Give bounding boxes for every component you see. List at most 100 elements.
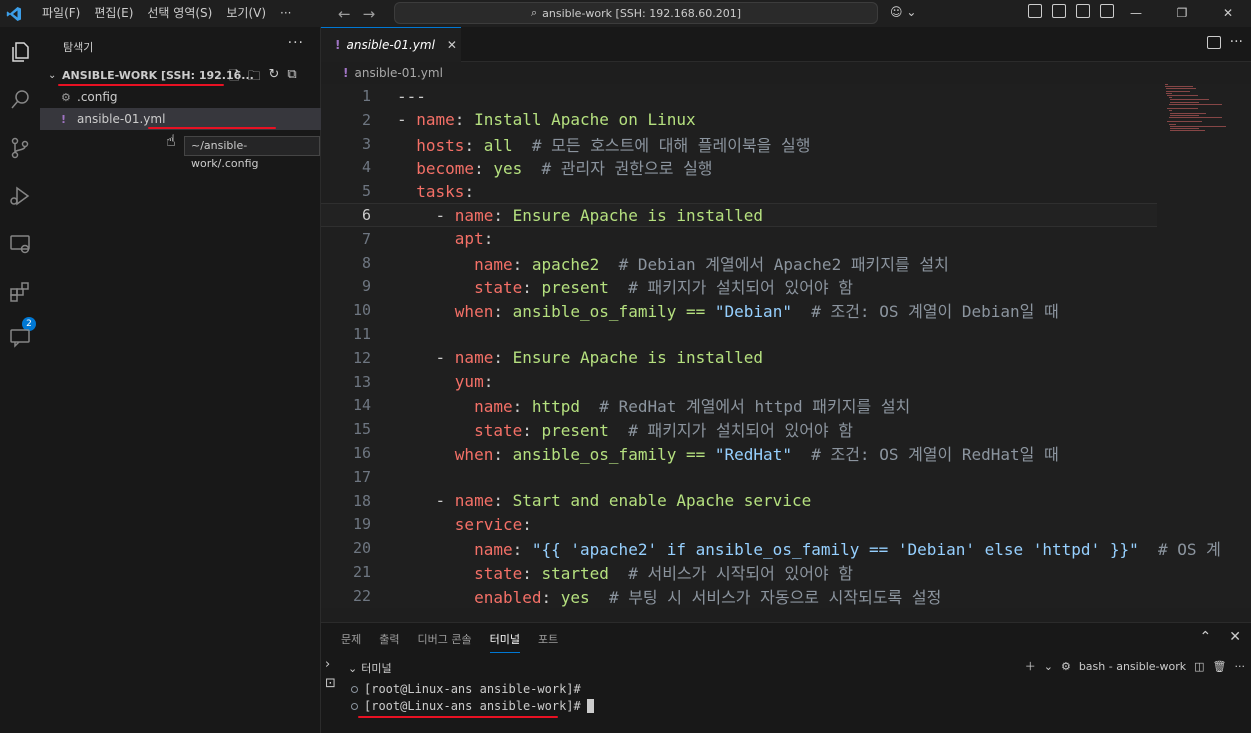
tree-item-config[interactable]: ⚙ .config <box>40 86 321 108</box>
code-line[interactable]: 21 state: started # 서비스가 시작되어 있어야 함 <box>321 560 1157 584</box>
customize-layout-icon[interactable] <box>1100 4 1114 18</box>
command-decoration-icon <box>351 702 358 710</box>
code-text: when: ansible_os_family == "RedHat" # 조건… <box>454 445 1059 464</box>
code-line[interactable]: 18 - name: Start and enable Apache servi… <box>321 489 1157 513</box>
code-line[interactable]: 12 - name: Ensure Apache is installed <box>321 346 1157 370</box>
menu-edit[interactable]: 편집(E) <box>87 0 140 27</box>
line-number: 10 <box>352 301 371 320</box>
chevron-down-icon[interactable]: ⌄ <box>348 662 357 675</box>
terminal-line[interactable]: [root@Linux-ans ansible-work]# <box>351 699 594 713</box>
tab-debug-console[interactable]: 디버그 콘솔 <box>418 631 472 653</box>
line-number: 6 <box>361 206 371 224</box>
trash-icon[interactable]: 🗑 <box>1213 660 1227 673</box>
code-line[interactable]: 5 tasks: <box>321 179 1157 203</box>
code-line[interactable]: 19 service: <box>321 512 1157 536</box>
panel-controls: ⌃ ✕ <box>1200 629 1241 645</box>
code-line[interactable]: 9 state: present # 패키지가 설치되어 있어야 함 <box>321 274 1157 298</box>
command-decoration-icon <box>351 685 358 693</box>
code-line[interactable]: 15 state: present # 패키지가 설치되어 있어야 함 <box>321 417 1157 441</box>
code-line[interactable]: 4 become: yes # 관리자 권한으로 실행 <box>321 155 1157 179</box>
code-line[interactable]: 16 when: ansible_os_family == "RedHat" #… <box>321 441 1157 465</box>
extensions-icon[interactable] <box>8 280 32 304</box>
code-line[interactable]: 6 - name: Ensure Apache is installed <box>321 203 1157 227</box>
code-line[interactable]: 14 name: httpd # RedHat 계열에서 httpd 패키지를 … <box>321 393 1157 417</box>
line-number: 13 <box>352 372 371 391</box>
toggle-panel-icon[interactable] <box>1052 4 1066 18</box>
code-line[interactable]: 20 name: "{{ 'apache2' if ansible_os_fam… <box>321 536 1221 560</box>
chevron-down-icon[interactable]: ⌄ <box>1044 660 1053 673</box>
copilot-menu-button[interactable]: ☺ ⌄ <box>890 5 916 19</box>
search-icon[interactable] <box>8 88 32 112</box>
close-icon[interactable]: ✕ <box>447 38 457 52</box>
gear-icon: ⚙ <box>61 90 71 104</box>
minimap-line <box>1169 128 1200 129</box>
toggle-secondary-sidebar-icon[interactable] <box>1076 4 1090 18</box>
menu-more[interactable]: ··· <box>273 0 298 27</box>
code-editor[interactable]: 1 --- 2- name: Install Apache on Linux 3 ho… <box>321 84 1251 608</box>
tab-terminal[interactable]: 터미널 <box>489 631 520 653</box>
yaml-icon: ! <box>343 66 349 80</box>
split-terminal-icon[interactable]: ◫ <box>1194 660 1204 673</box>
line-number: 4 <box>361 158 371 177</box>
code-line[interactable]: 1 --- <box>321 84 1157 108</box>
minimize-icon[interactable]: — <box>1113 0 1159 27</box>
code-line[interactable]: 3 hosts: all # 모든 호스트에 대해 플레이북을 실행 <box>321 132 1157 156</box>
terminal-icon: ⚙ <box>1060 659 1071 673</box>
restore-icon[interactable]: ❐ <box>1159 0 1205 27</box>
close-panel-icon[interactable]: ✕ <box>1229 629 1241 645</box>
line-number: 14 <box>352 396 371 415</box>
code-line[interactable]: 22 enabled: yes # 부팅 시 서비스가 자동으로 시작되도록 설… <box>321 584 1157 608</box>
back-arrow-icon[interactable]: ← <box>338 5 351 23</box>
tree-item-label: ansible-01.yml <box>77 112 166 126</box>
tree-item-label: .config <box>77 90 118 104</box>
yaml-icon: ! <box>335 38 341 52</box>
toggle-sidebar-icon[interactable] <box>1028 4 1042 18</box>
tab-problems[interactable]: 문제 <box>341 631 361 653</box>
close-window-icon[interactable]: ✕ <box>1205 0 1251 27</box>
explorer-icon[interactable] <box>8 40 32 64</box>
tab-output[interactable]: 출력 <box>379 631 399 653</box>
code-text: --- <box>397 86 426 106</box>
minimap-line <box>1167 95 1198 96</box>
new-terminal-icon[interactable]: ＋ <box>1025 658 1036 674</box>
tab-ports[interactable]: 포트 <box>538 631 558 653</box>
command-center-search[interactable]: ⌕ ansible-work [SSH: 192.168.60.201] <box>394 2 878 24</box>
menu-file[interactable]: 파일(F) <box>35 0 87 27</box>
split-editor-icon[interactable] <box>1207 36 1221 49</box>
line-number: 20 <box>352 539 371 558</box>
source-control-icon[interactable] <box>8 136 32 160</box>
minimap[interactable] <box>1165 84 1226 144</box>
line-number: 19 <box>352 515 371 534</box>
forward-arrow-icon[interactable]: → <box>363 5 376 23</box>
menu-view[interactable]: 보기(V) <box>219 0 273 27</box>
workspace-folder[interactable]: ⌄ ANSIBLE-WORK [SSH: 192.16... 🗋 🗀 ↻ ⧉ <box>40 64 321 86</box>
more-actions-icon[interactable]: ··· <box>1230 34 1243 50</box>
minimap-line <box>1169 114 1200 116</box>
tab-ansible-01[interactable]: ! ansible-01.yml ✕ <box>321 27 461 62</box>
remote-explorer-icon[interactable] <box>8 232 32 256</box>
code-line[interactable]: 17 <box>321 465 1157 489</box>
code-line[interactable]: 8 name: apache2 # Debian 계열에서 Apache2 패키… <box>321 251 1157 275</box>
more-actions-icon[interactable]: ··· <box>288 35 304 51</box>
code-line[interactable]: 11 <box>321 322 1157 346</box>
code-text: tasks: <box>416 181 475 201</box>
code-line[interactable]: 2 - name: Install Apache on Linux <box>321 108 1157 132</box>
code-text: - name: Start and enable Apache service <box>397 491 812 511</box>
minimap-line <box>1168 97 1173 99</box>
code-line[interactable]: 7 apt: <box>321 227 1157 251</box>
run-debug-icon[interactable] <box>8 184 32 208</box>
code-line[interactable]: 10 when: ansible_os_family == "Debian" #… <box>321 298 1157 322</box>
breadcrumb-file[interactable]: ansible-01.yml <box>354 66 442 80</box>
more-actions-icon[interactable]: ··· <box>1235 660 1246 673</box>
terminal-title: 터미널 <box>361 662 392 675</box>
minimap-line <box>1165 84 1168 85</box>
minimap-line <box>1169 130 1205 132</box>
line-number: 7 <box>361 229 371 248</box>
menu-selection[interactable]: 선택 영역(S) <box>140 0 219 27</box>
minimap-line <box>1169 101 1200 103</box>
maximize-panel-icon[interactable]: ⌃ <box>1200 629 1212 645</box>
chat-icon[interactable] <box>8 326 32 350</box>
line-number: 5 <box>361 182 371 201</box>
code-line[interactable]: 13 yum: <box>321 370 1157 394</box>
terminal-name[interactable]: bash - ansible-work <box>1079 660 1186 673</box>
